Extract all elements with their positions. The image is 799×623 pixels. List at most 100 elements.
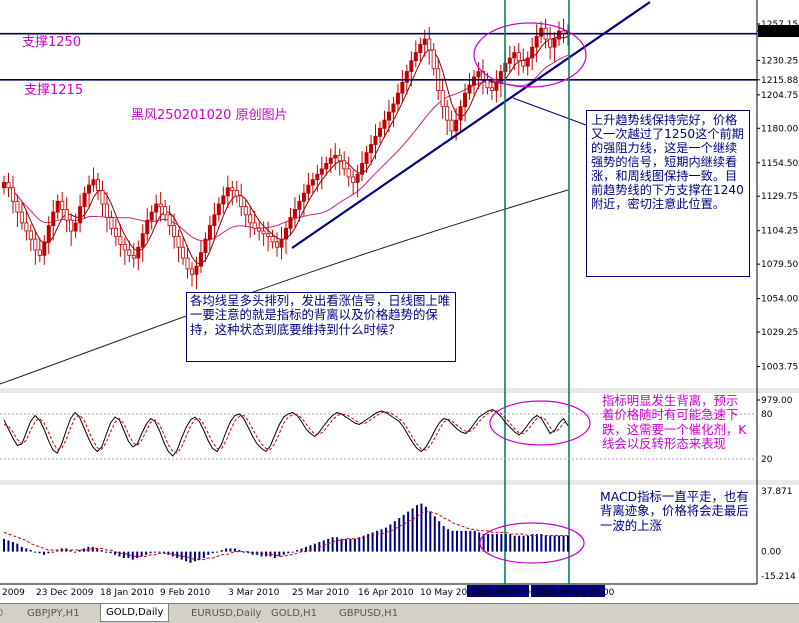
time-tick-label: 23 Dec 2009: [36, 588, 94, 598]
price-tick-label: 1029.25: [761, 328, 798, 338]
candle-body: [252, 222, 257, 229]
candle-body: [2, 181, 7, 189]
candle-body: [158, 203, 163, 208]
candle-body: [257, 227, 262, 232]
tab-gold-h1[interactable]: GOLD,H1: [266, 606, 322, 621]
macd-bar: [136, 551, 139, 559]
candle-body: [216, 203, 221, 216]
tab-eurusd-daily[interactable]: EURUSD,Daily: [186, 606, 266, 621]
candle-body: [364, 152, 369, 164]
candle-body: [225, 187, 230, 197]
macd-bar: [211, 551, 214, 554]
macd-bar: [25, 548, 28, 552]
macd-bar: [344, 538, 347, 552]
candle-body: [100, 190, 105, 205]
candle-body: [24, 222, 29, 232]
oscillator-note-text: 指标明显发生背离，预示着价格随时有可能急速下跌，这需要一个催化剂，K线会以反转形…: [602, 393, 747, 451]
candle-body: [391, 103, 396, 113]
macd-bar: [495, 534, 498, 552]
macd-bar: [220, 550, 223, 552]
macd-bar: [540, 534, 543, 552]
candle-body: [422, 38, 427, 45]
macd-bar: [544, 535, 547, 552]
candle-body: [189, 268, 194, 275]
candle-body: [154, 203, 159, 213]
osc-tick-label: 20: [761, 455, 773, 465]
macd-bar: [265, 551, 268, 557]
price-tick-label: 1104.25: [761, 227, 798, 237]
candle-body: [6, 181, 11, 189]
candle-body: [194, 265, 199, 275]
left-note-box: 各均线呈多头排列，发出看涨信号，日线图上唯一要注意的就是指标的背离以及价格趋势的…: [186, 292, 456, 362]
price-tick-label: 1129.75: [761, 192, 798, 202]
macd-bar: [91, 546, 94, 552]
macd-bar: [531, 534, 534, 552]
candle-body: [404, 71, 409, 83]
macd-bar: [487, 534, 490, 552]
tab-gbpjpy-h1[interactable]: GBPJPY,H1: [22, 606, 85, 621]
candle-body: [328, 157, 333, 164]
candle-body: [315, 173, 320, 181]
macd-bar: [438, 521, 441, 552]
candle-body: [507, 57, 512, 64]
candle-body: [109, 217, 114, 229]
candle-body: [33, 238, 38, 251]
tab-gold-daily[interactable]: GOLD,Daily: [100, 604, 170, 622]
macd-bar: [127, 551, 130, 559]
candle-body: [557, 30, 562, 40]
candle-body: [346, 168, 351, 178]
macd-bar: [518, 535, 521, 552]
candle-body: [283, 227, 288, 240]
macd-bar: [198, 551, 201, 560]
macd-bar: [51, 551, 54, 553]
candle-body: [42, 241, 47, 256]
candle-body: [149, 211, 154, 221]
candle-body: [131, 254, 136, 259]
macd-bar: [278, 551, 281, 557]
price-tick-label: 1230.25: [761, 56, 798, 66]
macd-bar: [100, 550, 103, 552]
candle-body: [127, 249, 132, 256]
candle-body: [351, 176, 356, 183]
macd-bar: [384, 527, 387, 552]
macd-bar: [202, 551, 205, 559]
candle-body: [485, 79, 490, 89]
candle-body: [342, 160, 347, 170]
macd-bar: [207, 551, 210, 555]
candle-body: [275, 241, 280, 248]
candle-body: [494, 81, 499, 91]
candle-body: [82, 192, 87, 208]
candle-body: [198, 252, 203, 267]
macd-bar: [105, 551, 108, 553]
candle-body: [373, 136, 378, 145]
candle-body: [279, 238, 284, 248]
macd-bar: [29, 550, 32, 552]
macd-bar: [349, 538, 352, 552]
candle-body: [207, 225, 212, 240]
macd-bar: [389, 524, 392, 552]
candle-body: [185, 257, 190, 270]
candle-body: [369, 144, 374, 154]
tab-gbpusd-h1[interactable]: GBPUSD,H1: [334, 606, 403, 621]
price-tick-label: 1003.75: [761, 363, 798, 373]
macd-bar: [287, 551, 290, 554]
macd-bar: [416, 505, 419, 552]
macd-bar: [380, 529, 383, 552]
candle-body: [471, 76, 476, 86]
candle-body: [163, 206, 168, 216]
macd-bar: [553, 535, 556, 552]
candle-body: [400, 81, 405, 94]
tab-partial[interactable]: 0: [0, 606, 8, 621]
right-note-box: 上升趋势线保持完好，价格又一次越过了1250这个前期的强阻力线，这是一个继续强势…: [586, 110, 750, 277]
macd-bar: [109, 551, 112, 554]
macd-bar: [118, 551, 121, 557]
candle-body: [539, 27, 544, 37]
candle-body: [212, 214, 217, 227]
candle-body: [534, 35, 539, 48]
candle-body: [270, 236, 275, 243]
candle-body: [10, 187, 15, 202]
macd-bar: [229, 548, 232, 552]
time-tick-label: 10 May 20: [420, 588, 468, 598]
candle-body: [91, 179, 96, 186]
candle-body: [297, 200, 302, 210]
